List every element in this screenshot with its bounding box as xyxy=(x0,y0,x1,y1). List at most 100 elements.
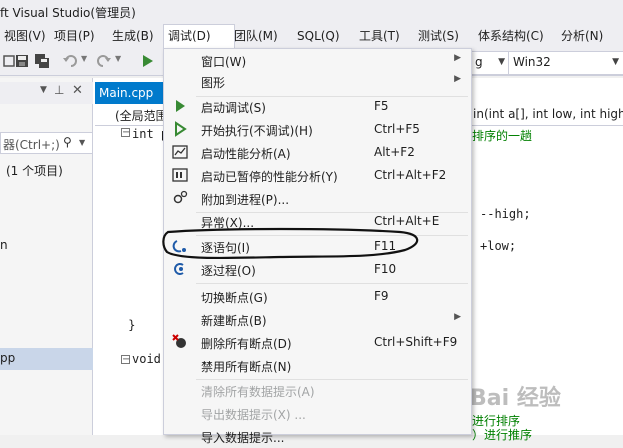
menu-separator xyxy=(196,283,468,284)
project-count[interactable]: (1 个项目) xyxy=(6,162,63,179)
menu-item-shortcut: Ctrl+Shift+F9 xyxy=(374,335,458,349)
menu-item-shortcut: Ctrl+Alt+E xyxy=(374,214,440,228)
chevron-down-icon[interactable]: ▼ xyxy=(79,138,85,147)
menu-item-window[interactable]: 窗口(W) ▶ xyxy=(164,49,471,72)
menu-project[interactable]: 项目(P) xyxy=(50,24,99,48)
menu-item-step-over[interactable]: 逐过程(O) F10 xyxy=(164,258,471,281)
play-icon xyxy=(176,100,185,112)
menu-item-shortcut: F10 xyxy=(374,262,397,276)
menu-item-label: 开始执行(不调试)(H) xyxy=(201,124,313,138)
member-dropdown[interactable]: in(int a[], int low, int high) xyxy=(473,107,623,121)
menu-item-shortcut: F5 xyxy=(374,99,389,113)
menu-item-toggle-breakpoint[interactable]: 切换断点(G) F9 xyxy=(164,285,471,308)
panel-header: ▼ ⊥ ✕ xyxy=(0,82,93,104)
menu-team[interactable]: 团队(M) xyxy=(230,24,282,48)
menu-item-clear-data-tips: 清除所有数据提示(A) xyxy=(164,379,471,402)
collapse-icon[interactable]: − xyxy=(121,128,130,138)
menu-sql[interactable]: SQL(Q) xyxy=(293,24,344,48)
chevron-down-icon: ▼ xyxy=(498,57,505,67)
menu-architecture[interactable]: 体系结构(C) xyxy=(474,24,548,48)
tab-main-cpp[interactable]: Main.cpp xyxy=(95,82,163,104)
pin-icon[interactable]: ⊥ xyxy=(54,83,64,97)
menu-item-label: 异常(X)... xyxy=(201,216,255,230)
step-over-icon xyxy=(174,263,184,275)
tree-item-label: pp xyxy=(0,351,16,365)
menu-test[interactable]: 测试(S) xyxy=(414,24,463,48)
scope-dropdown[interactable]: (全局范围 xyxy=(115,107,168,124)
collapse-icon[interactable]: − xyxy=(121,355,130,365)
menu-item-new-breakpoint[interactable]: 新建断点(B) ▶ xyxy=(164,308,471,331)
menu-item-label: 窗口(W) xyxy=(201,55,247,69)
close-icon[interactable]: ✕ xyxy=(72,83,83,98)
menu-debug[interactable]: 调试(D) xyxy=(163,24,235,49)
redo-dropdown-icon[interactable]: ▼ xyxy=(115,54,121,63)
paused-performance-icon xyxy=(172,168,188,182)
menu-build[interactable]: 生成(B) xyxy=(108,24,158,48)
menu-item-start-paused-profiling[interactable]: 启动已暂停的性能分析(Y) Ctrl+Alt+F2 xyxy=(164,164,471,187)
menu-view[interactable]: 视图(V) xyxy=(0,24,50,48)
tree-item-selected[interactable]: pp xyxy=(0,348,93,370)
menu-item-shortcut: F9 xyxy=(374,289,389,303)
submenu-arrow-icon: ▶ xyxy=(454,312,461,322)
platform-combo[interactable]: Win32 ▼ xyxy=(508,51,623,75)
menu-item-graphics[interactable]: 图形 ▶ xyxy=(164,70,471,93)
step-into-icon xyxy=(172,240,186,253)
menu-item-shortcut: Ctrl+Alt+F2 xyxy=(374,168,447,182)
submenu-arrow-icon: ▶ xyxy=(454,53,461,63)
menu-item-label: 启动性能分析(A) xyxy=(201,147,291,161)
save-all-icon[interactable] xyxy=(34,53,50,69)
chevron-down-icon[interactable]: ▼ xyxy=(40,85,47,95)
search-icon[interactable]: ⚲ xyxy=(63,135,72,149)
submenu-arrow-icon: ▶ xyxy=(454,74,461,84)
menu-item-label: 逐过程(O) xyxy=(201,264,256,278)
config-combo[interactable]: g ▼ xyxy=(470,51,510,75)
solution-explorer-panel: ▼ ⊥ ✕ 器(Ctrl+;) ⚲ ▼ (1 个项目) n pp xyxy=(0,78,93,435)
menu-item-import-data-tips[interactable]: 导入数据提示... xyxy=(164,425,471,448)
window-title: ft Visual Studio(管理员) xyxy=(0,6,136,20)
menu-item-label: 新建断点(B) xyxy=(201,314,267,328)
undo-icon[interactable] xyxy=(62,53,78,69)
menu-item-step-into[interactable]: 逐语句(I) F11 xyxy=(164,235,471,258)
menu-item-label: 启动调试(S) xyxy=(201,101,266,115)
menu-item-delete-all-breakpoints[interactable]: 删除所有断点(D) Ctrl+Shift+F9 xyxy=(164,331,471,354)
start-debug-icon[interactable] xyxy=(140,53,156,69)
menu-item-label: 导出数据提示(X) ... xyxy=(201,408,306,422)
menu-item-label: 图形 xyxy=(201,76,226,90)
performance-icon xyxy=(172,145,188,159)
menu-item-label: 禁用所有断点(N) xyxy=(201,360,292,374)
gears-icon xyxy=(173,190,188,204)
config-value: g xyxy=(475,55,483,69)
undo-dropdown-icon[interactable]: ▼ xyxy=(81,54,87,63)
menu-item-label: 导入数据提示... xyxy=(201,431,285,445)
menu-item-start-without-debugging[interactable]: 开始执行(不调试)(H) Ctrl+F5 xyxy=(164,118,471,141)
save-icon[interactable] xyxy=(14,53,30,69)
code-line: --high; xyxy=(480,207,531,221)
menu-item-attach-to-process[interactable]: 附加到进程(P)... xyxy=(164,187,471,210)
menu-tools[interactable]: 工具(T) xyxy=(355,24,404,48)
search-box[interactable]: 器(Ctrl+;) ⚲ ▼ xyxy=(0,132,93,154)
watermark: Bai 经验 xyxy=(470,386,561,411)
menu-item-label: 切换断点(G) xyxy=(201,291,268,305)
menu-item-exceptions[interactable]: 异常(X)... Ctrl+Alt+E xyxy=(164,210,471,233)
menu-item-shortcut: F11 xyxy=(374,239,397,253)
tree-item[interactable]: n xyxy=(0,238,8,252)
search-input[interactable]: 器(Ctrl+;) xyxy=(3,136,60,153)
menu-item-start-profiling[interactable]: 启动性能分析(A) Alt+F2 xyxy=(164,141,471,164)
code-comment: 排序的一趟 xyxy=(472,129,533,143)
menu-item-label: 逐语句(I) xyxy=(201,241,250,255)
play-outline-icon xyxy=(175,121,187,137)
code-brace: } xyxy=(128,318,136,332)
menu-item-label: 清除所有数据提示(A) xyxy=(201,385,315,399)
menu-item-start-debugging[interactable]: 启动调试(S) F5 xyxy=(164,95,471,118)
debug-menu: 窗口(W) ▶ 图形 ▶ 启动调试(S) F5 开始执行(不调试)(H) Ctr… xyxy=(163,48,472,445)
code-line: void xyxy=(132,352,161,366)
menu-item-shortcut: Ctrl+F5 xyxy=(374,122,420,136)
menu-bar: 视图(V) 项目(P) 生成(B) 调试(D) 团队(M) SQL(Q) 工具(… xyxy=(0,24,623,49)
menu-item-disable-all-breakpoints[interactable]: 禁用所有断点(N) xyxy=(164,354,471,377)
menu-item-label: 启动已暂停的性能分析(Y) xyxy=(201,170,338,184)
menu-analyze[interactable]: 分析(N) xyxy=(557,24,607,48)
delete-breakpoints-icon xyxy=(172,334,186,348)
menu-item-export-data-tips: 导出数据提示(X) ... xyxy=(164,402,471,425)
menu-item-shortcut: Alt+F2 xyxy=(374,145,415,159)
redo-icon[interactable] xyxy=(96,53,112,69)
